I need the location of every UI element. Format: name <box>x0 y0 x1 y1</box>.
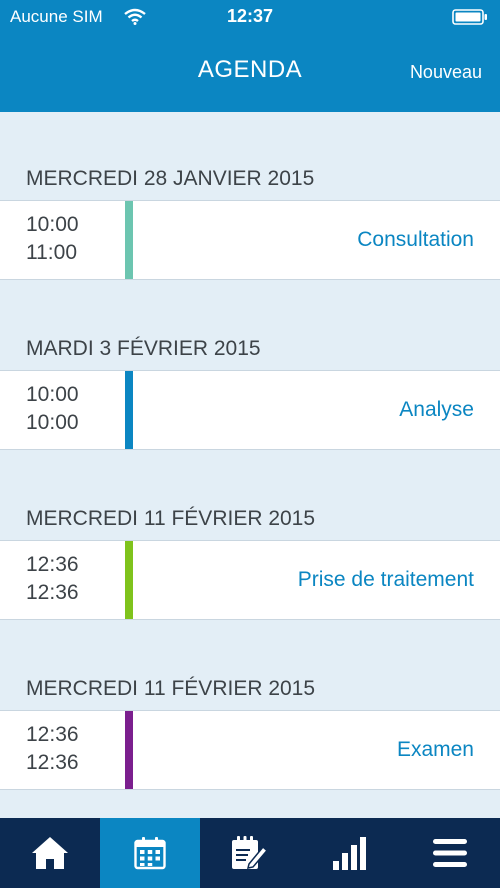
home-icon <box>32 837 68 869</box>
date-header: MERCREDI 11 FÉVRIER 2015 <box>26 507 316 530</box>
event-end-time: 12:36 <box>26 751 79 774</box>
date-header: MERCREDI 28 JANVIER 2015 <box>26 167 315 190</box>
event-end-time: 10:00 <box>26 411 79 434</box>
date-header: MARDI 3 FÉVRIER 2015 <box>26 337 261 360</box>
event-row[interactable]: 12:36 12:36 Prise de traitement <box>0 540 500 620</box>
status-time: 12:37 <box>226 6 274 26</box>
tab-stats[interactable] <box>300 818 400 888</box>
event-start-time: 12:36 <box>26 553 79 576</box>
event-title: Analyse <box>399 398 474 421</box>
event-end-time: 12:36 <box>26 581 79 604</box>
event-row[interactable]: 10:00 11:00 Consultation <box>0 200 500 280</box>
tab-agenda[interactable] <box>100 818 200 888</box>
agenda-list[interactable]: MERCREDI 28 JANVIER 2015 10:00 11:00 Con… <box>0 112 500 818</box>
event-title: Prise de traitement <box>297 568 474 591</box>
tab-notes[interactable] <box>200 818 300 888</box>
event-start-time: 10:00 <box>26 383 79 406</box>
event-color-bar <box>125 541 133 619</box>
event-row[interactable]: 10:00 10:00 Analyse <box>0 370 500 450</box>
event-start-time: 10:00 <box>26 213 79 236</box>
calendar-icon <box>134 837 166 870</box>
event-color-bar <box>125 711 133 789</box>
tab-bar <box>0 818 500 888</box>
date-header: MERCREDI 11 FÉVRIER 2015 <box>26 677 316 700</box>
event-end-time: 11:00 <box>26 241 77 264</box>
notepad-edit-icon <box>232 836 269 869</box>
tab-menu[interactable] <box>400 818 500 888</box>
new-button[interactable]: Nouveau <box>410 62 482 83</box>
event-title: Consultation <box>357 228 474 251</box>
event-row[interactable]: 12:36 12:36 Examen <box>0 710 500 790</box>
event-start-time: 12:36 <box>26 723 79 746</box>
battery-icon <box>452 9 487 25</box>
event-color-bar <box>125 201 133 279</box>
tab-home[interactable] <box>0 818 100 888</box>
event-color-bar <box>125 371 133 449</box>
status-bar: Aucune SIM 12:37 <box>0 0 500 34</box>
event-title: Examen <box>396 738 474 761</box>
nav-bar: AGENDA Nouveau <box>0 34 500 112</box>
bar-chart-icon <box>333 837 366 870</box>
menu-icon <box>433 839 467 867</box>
